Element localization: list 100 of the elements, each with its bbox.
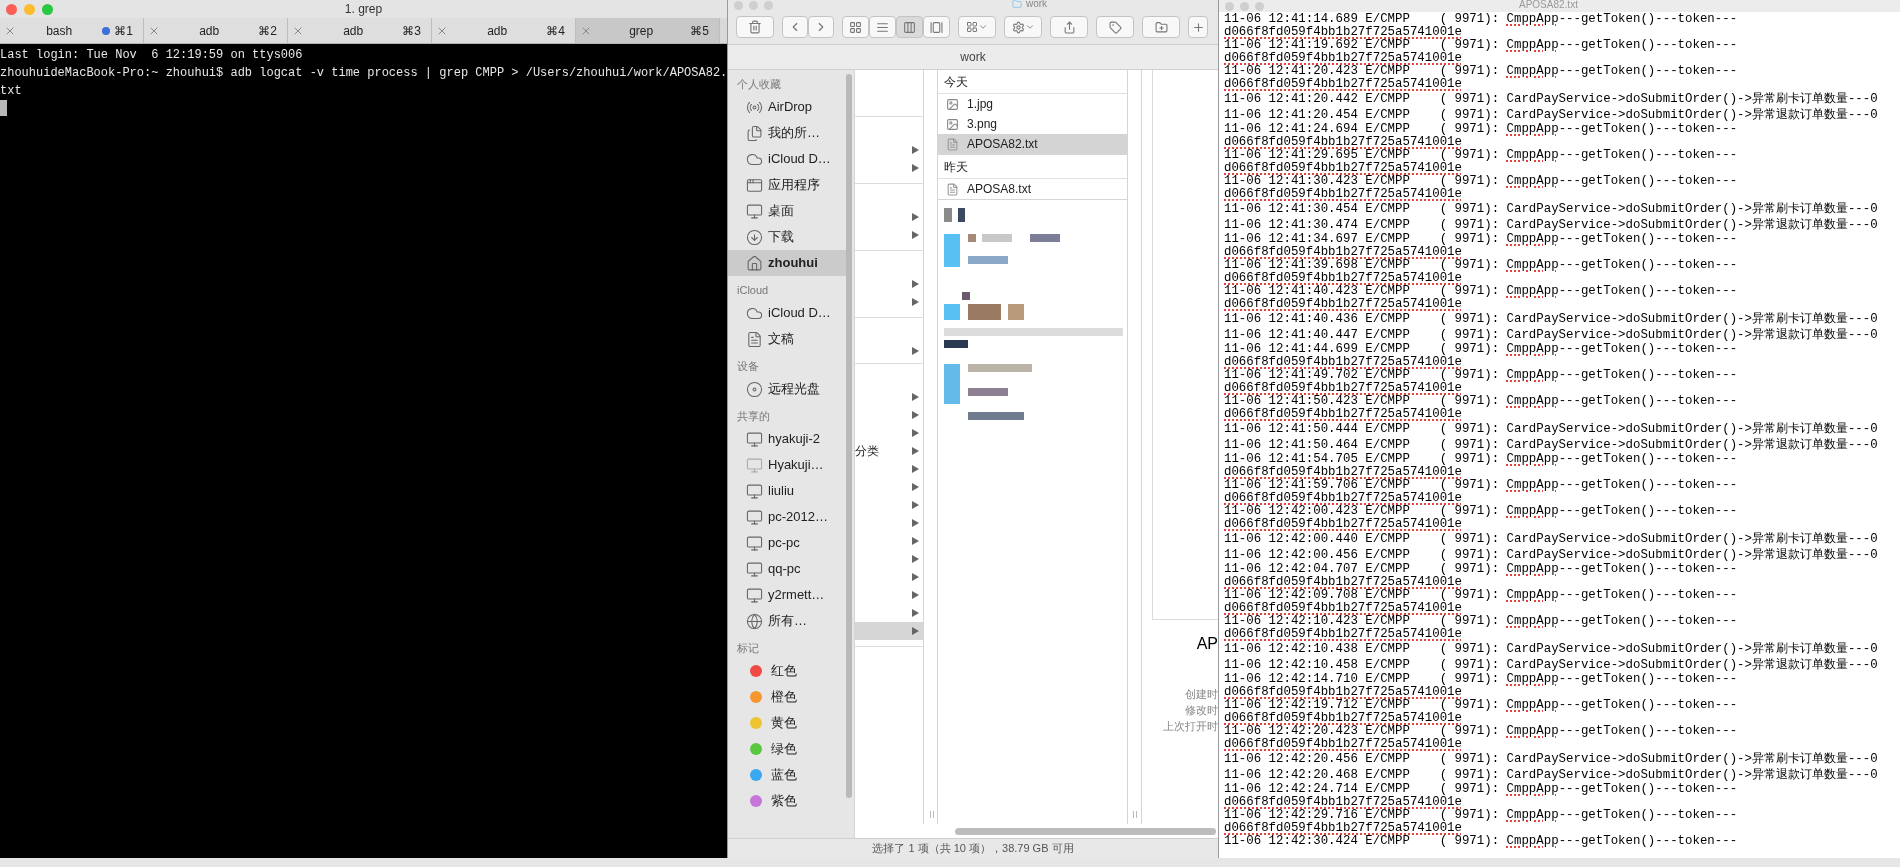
- sidebar-item[interactable]: iCloud D…: [728, 300, 846, 326]
- window-title: work: [1026, 0, 1048, 9]
- log-line: 11-06 12:42:24.714 E/CMPP ( 9971): CmppApp---getToken()---token---: [1224, 782, 1738, 796]
- plus-icon: [1191, 20, 1205, 34]
- forward-button[interactable]: [808, 16, 834, 38]
- view-mode-button[interactable]: [896, 16, 923, 38]
- log-line: 11-06 12:41:20.442 E/CMPP ( 9971): CardPayService->doSubmitOrder()->异常刷卡订单数量---0: [1224, 92, 1878, 106]
- caret-icon: [1024, 22, 1035, 32]
- log-line: d066f8fd059f4bb1b27f725a5741001e: [1224, 77, 1462, 91]
- tag-item[interactable]: 绿色: [728, 736, 846, 762]
- log-line: 11-06 12:41:20.423 E/CMPP ( 9971): CmppApp---getToken()---token---: [1224, 64, 1738, 78]
- log-line: 11-06 12:42:00.456 E/CMPP ( 9971): CardPayService->doSubmitOrder()->异常退款订单数量---0: [1224, 548, 1878, 562]
- file-row[interactable]: APOSA82.txt: [938, 134, 1127, 154]
- scrollbar[interactable]: [955, 827, 1216, 835]
- file-row[interactable]: 1.jpg: [938, 94, 1127, 114]
- view-mode-button[interactable]: [869, 16, 896, 38]
- new-folder-button[interactable]: [1142, 16, 1180, 38]
- shortcut-label: ⌘2: [258, 22, 277, 40]
- sidebar-item[interactable]: 我的所…: [728, 120, 846, 146]
- view-mode-button[interactable]: [842, 16, 869, 38]
- log-line: d066f8fd059f4bb1b27f725a5741001e: [1224, 381, 1462, 395]
- status-text: 选择了 1 项（共 10 项），38.79 GB 可用: [872, 841, 1074, 857]
- resize-grip-icon[interactable]: [1133, 811, 1137, 818]
- log-line: d066f8fd059f4bb1b27f725a5741001e: [1224, 737, 1462, 751]
- expand-arrow-icon: [912, 627, 919, 635]
- sidebar-item[interactable]: AirDrop: [728, 94, 846, 120]
- log-line: 11-06 12:42:30.424 E/CMPP ( 9971): CmppApp---getToken()---token---: [1224, 834, 1738, 848]
- log-line: 11-06 12:41:19.692 E/CMPP ( 9971): CmppApp---getToken()---token---: [1224, 38, 1738, 52]
- tag-item[interactable]: 紫色: [728, 788, 846, 814]
- window-title: APOSA82.txt: [1519, 0, 1578, 10]
- window-control-icon[interactable]: [6, 3, 17, 15]
- log-line: 11-06 12:41:59.706 E/CMPP ( 9971): CmppApp---getToken()---token---: [1224, 478, 1738, 492]
- log-line: 11-06 12:42:00.440 E/CMPP ( 9971): CardPayService->doSubmitOrder()->异常刷卡订单数量---0: [1224, 532, 1878, 546]
- monitor-icon: [746, 202, 763, 220]
- resize-grip-icon[interactable]: [930, 811, 934, 818]
- tag-item[interactable]: 黄色: [728, 710, 846, 736]
- log-line: d066f8fd059f4bb1b27f725a5741001e: [1224, 601, 1462, 615]
- log-line: 11-06 12:41:30.454 E/CMPP ( 9971): CardPayService->doSubmitOrder()->异常刷卡订单数量---0: [1224, 202, 1878, 216]
- folder-row[interactable]: [855, 622, 923, 640]
- terminal-tab[interactable]: grep ⌘5: [576, 18, 720, 43]
- tab-label: adb: [343, 22, 364, 40]
- expand-arrow-icon: [912, 609, 919, 617]
- sidebar-item[interactable]: liuliu: [728, 478, 846, 504]
- log-line: 11-06 12:41:34.697 E/CMPP ( 9971): CmppApp---getToken()---token---: [1224, 232, 1738, 246]
- sidebar-item[interactable]: zhouhui: [728, 250, 846, 276]
- expand-arrow-icon: [912, 537, 919, 545]
- info-label: 上次打开时: [1163, 719, 1218, 734]
- expand-arrow-icon: [912, 231, 919, 239]
- expand-arrow-icon: [912, 347, 919, 355]
- sidebar-item[interactable]: 所有…: [728, 608, 846, 634]
- file-row[interactable]: APOSA8.txt: [938, 179, 1127, 199]
- tag-icon: [1108, 20, 1122, 34]
- terminal-tab[interactable]: adb ⌘4: [432, 18, 576, 43]
- log-line: d066f8fd059f4bb1b27f725a5741001e: [1224, 465, 1462, 479]
- add-button[interactable]: [1188, 16, 1208, 38]
- sidebar-item[interactable]: iCloud D…: [728, 146, 846, 172]
- window-control-icon[interactable]: [42, 3, 53, 15]
- log-line: 11-06 12:41:30.474 E/CMPP ( 9971): CardPayService->doSubmitOrder()->异常退款订单数量---0: [1224, 218, 1878, 232]
- sidebar-item[interactable]: y2rmett…: [728, 582, 846, 608]
- log-line: 11-06 12:41:50.464 E/CMPP ( 9971): CardPayService->doSubmitOrder()->异常退款订单数量---0: [1224, 438, 1878, 452]
- file-row[interactable]: 3.png: [938, 114, 1127, 134]
- tab-label: bash: [46, 22, 73, 40]
- tag-item[interactable]: 蓝色: [728, 762, 846, 788]
- view-icon: [930, 20, 943, 34]
- sidebar-item[interactable]: qq-pc: [728, 556, 846, 582]
- tag-item[interactable]: 橙色: [728, 684, 846, 710]
- image-file-icon: [946, 117, 959, 131]
- sidebar-item[interactable]: hyakuji-2: [728, 426, 846, 452]
- sidebar-item[interactable]: Hyakuji…: [728, 452, 846, 478]
- share-button[interactable]: [1050, 16, 1088, 38]
- tab-label: grep: [629, 22, 654, 40]
- sidebar-item[interactable]: pc-pc: [728, 530, 846, 556]
- back-button[interactable]: [782, 16, 808, 38]
- terminal-tab[interactable]: adb ⌘2: [144, 18, 288, 43]
- sidebar-item[interactable]: pc-2012…: [728, 504, 846, 530]
- arrange-button[interactable]: [958, 16, 996, 38]
- app-window-icon: [746, 176, 763, 194]
- sidebar-item[interactable]: 应用程序: [728, 172, 846, 198]
- expand-arrow-icon: [912, 447, 919, 455]
- terminal-tab[interactable]: bash ⌘1: [0, 18, 144, 43]
- sidebar-item[interactable]: 远程光盘: [728, 376, 846, 402]
- folder-row[interactable]: 分类: [855, 442, 923, 460]
- sidebar-item[interactable]: 文稿: [728, 326, 846, 352]
- trash-button[interactable]: [736, 16, 774, 38]
- sidebar-item[interactable]: 下载: [728, 224, 846, 250]
- log-line: 11-06 12:42:29.716 E/CMPP ( 9971): CmppApp---getToken()---token---: [1224, 808, 1738, 822]
- log-line: 11-06 12:42:10.438 E/CMPP ( 9971): CardPayService->doSubmitOrder()->异常刷卡订单数量---0: [1224, 642, 1878, 656]
- sidebar-item[interactable]: 桌面: [728, 198, 846, 224]
- log-line: d066f8fd059f4bb1b27f725a5741001e: [1224, 711, 1462, 725]
- scrollbar[interactable]: [846, 74, 852, 798]
- expand-arrow-icon: [912, 465, 919, 473]
- tag-button[interactable]: [1096, 16, 1134, 38]
- log-line: 11-06 12:42:09.708 E/CMPP ( 9971): CmppApp---getToken()---token---: [1224, 588, 1738, 602]
- view-mode-button[interactable]: [923, 16, 950, 38]
- terminal-tab[interactable]: adb ⌘3: [288, 18, 432, 43]
- action-button[interactable]: [1004, 16, 1042, 38]
- terminal-line: Last login: Tue Nov 6 12:19:59 on ttys006: [0, 48, 303, 62]
- sidebar-heading: 标记: [737, 640, 759, 656]
- log-line: 11-06 12:41:40.447 E/CMPP ( 9971): CardPayService->doSubmitOrder()->异常退款订单数量---0: [1224, 328, 1878, 342]
- tag-item[interactable]: 红色: [728, 658, 846, 684]
